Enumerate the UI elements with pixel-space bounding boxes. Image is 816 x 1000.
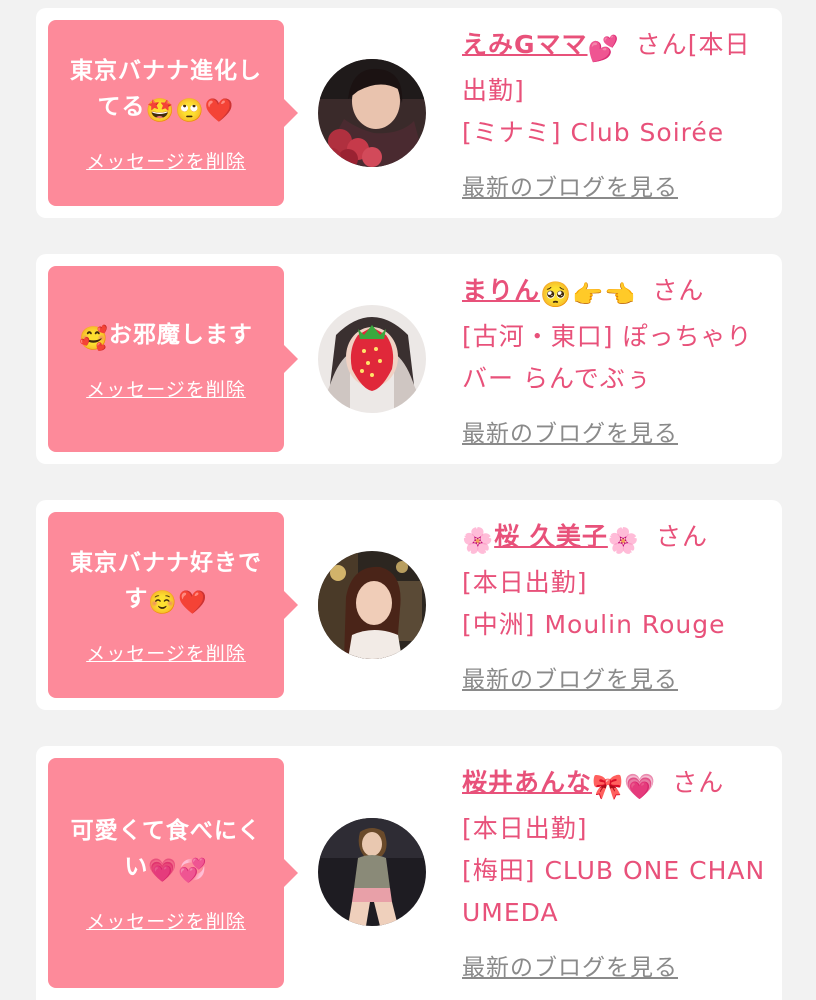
latest-blog-link[interactable]: 最新のブログを見る (462, 414, 678, 448)
message-text: 東京バナナ進化してる🤩🙄❤️ (70, 57, 262, 124)
message-text: 東京バナナ好きです☺️❤️ (70, 549, 262, 616)
name-line: まりん🥺👉👈 さん (462, 270, 772, 316)
area-label: [中洲] (462, 610, 536, 639)
message-bubble: 東京バナナ好きです☺️❤️ メッセージを削除 (48, 512, 298, 698)
message-card: 東京バナナ好きです☺️❤️ メッセージを削除 🌸桜 久美子🌸 さん [本日出勤] … (36, 500, 782, 710)
member-info: まりん🥺👉👈 さん [古河・東口] ぽっちゃりバー らんでぶぅ 最新のブログを見る (462, 270, 772, 448)
name-line: 桜井あんな🎀💗 さん (462, 762, 772, 808)
latest-blog-link[interactable]: 最新のブログを見る (462, 168, 678, 202)
member-name-link[interactable]: 🌸桜 久美子🌸 (462, 522, 640, 555)
message-text: 🥰お邪魔します (79, 321, 253, 352)
shop-line: [古河・東口] ぽっちゃりバー らんでぶぅ (462, 316, 772, 400)
delete-message-link[interactable]: メッセージを削除 (86, 907, 246, 934)
delete-message-link[interactable]: メッセージを削除 (86, 147, 246, 174)
honorific: さん (672, 768, 725, 797)
honorific: さん (656, 522, 709, 551)
status-text: [本日出勤] (462, 568, 588, 597)
avatar[interactable] (318, 59, 426, 167)
delete-message-link[interactable]: メッセージを削除 (86, 375, 246, 402)
latest-blog-link[interactable]: 最新のブログを見る (462, 948, 678, 982)
shop-name: Moulin Rouge (544, 610, 726, 639)
delete-message-link[interactable]: メッセージを削除 (86, 639, 246, 666)
name-line: えみGママ💕 さん[本日出勤] (462, 24, 772, 112)
avatar[interactable] (318, 305, 426, 413)
latest-blog-link[interactable]: 最新のブログを見る (462, 660, 678, 694)
member-name-link[interactable]: まりん🥺👉👈 (462, 276, 636, 309)
member-info: えみGママ💕 さん[本日出勤] [ミナミ] Club Soirée 最新のブログを… (462, 24, 772, 202)
shop-line: [中洲] Moulin Rouge (462, 604, 772, 646)
member-name-link[interactable]: 桜井あんな🎀💗 (462, 768, 656, 801)
honorific: さん (652, 276, 705, 305)
name-line: 🌸桜 久美子🌸 さん (462, 516, 772, 562)
area-label: [梅田] (462, 856, 536, 885)
message-bubble: 可愛くて食べにくい💗💞 メッセージを削除 (48, 758, 298, 988)
message-bubble: 🥰お邪魔します メッセージを削除 (48, 266, 298, 452)
member-name-link[interactable]: えみGママ💕 (462, 30, 620, 63)
status-text: [本日出勤] (462, 814, 588, 843)
shop-line: [ミナミ] Club Soirée (462, 112, 772, 154)
avatar[interactable] (318, 551, 426, 659)
shop-name: Club Soirée (570, 118, 725, 147)
message-card: 東京バナナ進化してる🤩🙄❤️ メッセージを削除 えみGママ💕 さん[本日出勤] [… (36, 8, 782, 218)
message-card: 🥰お邪魔します メッセージを削除 まりん🥺👉👈 さん [古河・東口] ぽっちゃりバ… (36, 254, 782, 464)
shop-line: [梅田] CLUB ONE CHAN UMEDA (462, 850, 772, 934)
avatar[interactable] (318, 818, 426, 926)
member-info: 桜井あんな🎀💗 さん [本日出勤] [梅田] CLUB ONE CHAN UMED… (462, 762, 772, 982)
message-bubble: 東京バナナ進化してる🤩🙄❤️ メッセージを削除 (48, 20, 298, 206)
message-card: 可愛くて食べにくい💗💞 メッセージを削除 桜井あんな🎀💗 さん [本日出勤] [梅… (36, 746, 782, 1000)
area-label: [ミナミ] (462, 118, 562, 147)
member-info: 🌸桜 久美子🌸 さん [本日出勤] [中洲] Moulin Rouge 最新のブロ… (462, 516, 772, 694)
message-text: 可愛くて食べにくい💗💞 (70, 817, 262, 884)
area-label: [古河・東口] (462, 322, 614, 351)
honorific: さん (635, 30, 688, 59)
